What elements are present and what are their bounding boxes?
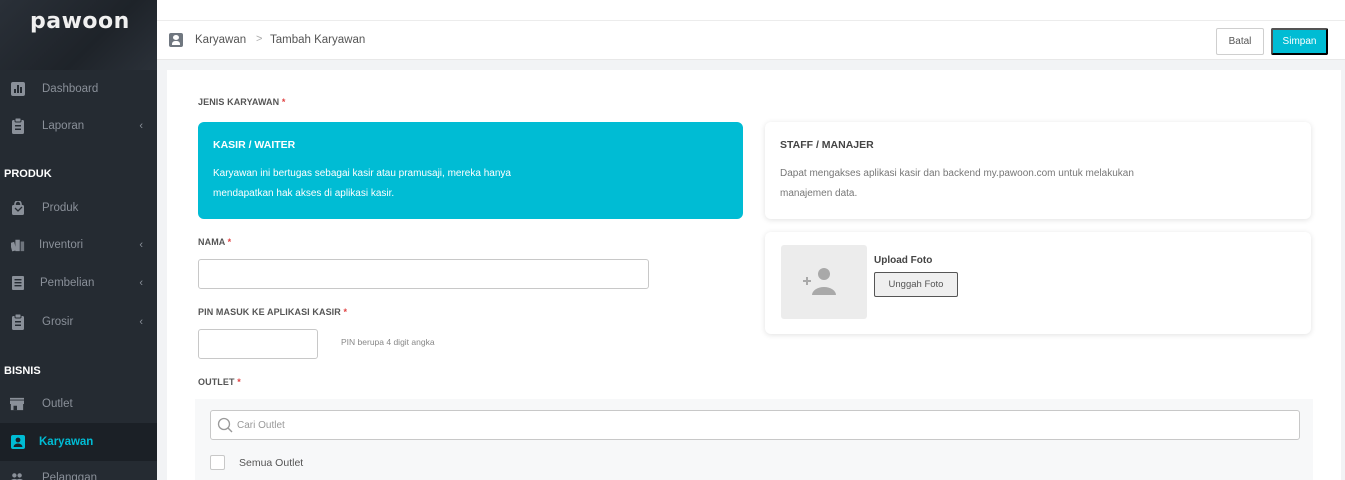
kasir-title: KASIR / WAITER bbox=[213, 139, 296, 151]
sidebar-item-label: Dashboard bbox=[42, 83, 99, 95]
bar-chart-icon bbox=[11, 82, 25, 96]
nama-label: NAMA * bbox=[198, 237, 231, 247]
shopping-bag-icon bbox=[11, 201, 25, 215]
batal-button[interactable]: Batal bbox=[1216, 28, 1264, 55]
search-icon bbox=[217, 417, 233, 433]
sidebar: pawoon Dashboard Laporan ‹ PRODUK Produk… bbox=[0, 0, 157, 480]
unggah-foto-button[interactable]: Unggah Foto bbox=[874, 272, 958, 297]
chevron-left-icon: ‹ bbox=[139, 316, 143, 328]
jenis-karyawan-text: JENIS KARYAWAN bbox=[198, 97, 280, 107]
required-mark: * bbox=[237, 377, 241, 387]
add-person-icon bbox=[803, 268, 836, 295]
nama-input[interactable] bbox=[198, 259, 649, 289]
sidebar-item-label: Karyawan bbox=[39, 436, 94, 448]
sidebar-item-label: Inventori bbox=[39, 239, 84, 251]
semua-outlet-checkbox[interactable] bbox=[210, 455, 225, 470]
kasir-waiter-option[interactable]: KASIR / WAITER Karyawan ini bertugas seb… bbox=[198, 122, 743, 219]
sidebar-item-dashboard[interactable]: Dashboard bbox=[0, 70, 157, 108]
sidebar-item-inventori[interactable]: Inventori ‹ bbox=[0, 226, 157, 264]
avatar-placeholder bbox=[781, 245, 867, 319]
person-card-icon bbox=[169, 33, 183, 47]
top-strip bbox=[157, 0, 1345, 20]
sidebar-item-outlet[interactable]: Outlet bbox=[0, 385, 157, 423]
sidebar-item-label: Pelanggan bbox=[42, 472, 97, 480]
clipboard-icon bbox=[11, 314, 25, 330]
pawoon-logo[interactable]: pawoon bbox=[30, 9, 130, 34]
header-bar: Karyawan > Tambah Karyawan Batal Simpan bbox=[157, 20, 1345, 60]
upload-foto-title: Upload Foto bbox=[874, 255, 933, 266]
document-icon bbox=[11, 276, 25, 290]
section-produk: PRODUK bbox=[4, 168, 52, 180]
sidebar-item-label: Laporan bbox=[42, 120, 85, 132]
chevron-left-icon: ‹ bbox=[139, 277, 143, 289]
kasir-description: Karyawan ini bertugas sebagai kasir atau… bbox=[213, 168, 511, 199]
sidebar-item-label: Produk bbox=[42, 202, 79, 214]
required-mark: * bbox=[281, 97, 286, 107]
outlet-selector: Cari Outlet Semua Outlet bbox=[195, 399, 1313, 480]
search-placeholder: Cari Outlet bbox=[237, 420, 285, 431]
outlet-search-input[interactable]: Cari Outlet bbox=[210, 410, 1300, 440]
sidebar-item-label: Outlet bbox=[42, 398, 73, 410]
boxes-icon bbox=[11, 238, 25, 252]
nama-text: NAMA bbox=[198, 237, 226, 247]
sidebar-item-grosir[interactable]: Grosir ‹ bbox=[0, 303, 157, 341]
pin-label: PIN MASUK KE APLIKASI KASIR * bbox=[198, 307, 347, 317]
pin-text: PIN MASUK KE APLIKASI KASIR bbox=[198, 307, 341, 317]
sidebar-item-laporan[interactable]: Laporan ‹ bbox=[0, 107, 157, 145]
outlet-text: OUTLET bbox=[198, 377, 235, 387]
sidebar-item-label: Grosir bbox=[42, 316, 74, 328]
upload-foto-card: Upload Foto Unggah Foto bbox=[765, 232, 1311, 334]
required-mark: * bbox=[227, 237, 232, 247]
people-icon bbox=[10, 471, 24, 480]
pin-hint: PIN berupa 4 digit angka bbox=[341, 337, 435, 347]
staff-title: STAFF / MANAJER bbox=[780, 139, 874, 151]
sidebar-item-label: Pembelian bbox=[40, 277, 95, 289]
sidebar-item-pembelian[interactable]: Pembelian ‹ bbox=[0, 264, 157, 302]
chevron-left-icon: ‹ bbox=[139, 239, 143, 251]
sidebar-item-karyawan[interactable]: Karyawan bbox=[0, 423, 157, 461]
clipboard-icon bbox=[11, 118, 25, 134]
staff-description: Dapat mengakses aplikasi kasir dan backe… bbox=[780, 168, 1134, 199]
person-badge-icon bbox=[11, 435, 25, 449]
jenis-karyawan-label: JENIS KARYAWAN * bbox=[198, 97, 285, 107]
sidebar-item-pelanggan[interactable]: Pelanggan bbox=[0, 459, 157, 480]
required-mark: * bbox=[343, 307, 348, 317]
simpan-button[interactable]: Simpan bbox=[1271, 28, 1328, 55]
breadcrumb-separator: > bbox=[256, 33, 263, 45]
semua-outlet-label[interactable]: Semua Outlet bbox=[239, 457, 303, 469]
section-bisnis: BISNIS bbox=[4, 365, 41, 377]
chevron-left-icon: ‹ bbox=[139, 120, 143, 132]
outlet-label: OUTLET * bbox=[198, 377, 241, 387]
form-card: JENIS KARYAWAN * KASIR / WAITER Karyawan… bbox=[167, 70, 1341, 480]
store-icon bbox=[10, 397, 24, 411]
breadcrumb-karyawan[interactable]: Karyawan bbox=[195, 34, 246, 46]
pin-input[interactable] bbox=[198, 329, 318, 359]
logo-area: pawoon bbox=[0, 0, 157, 70]
sidebar-item-produk[interactable]: Produk bbox=[0, 189, 157, 227]
staff-manajer-option[interactable]: STAFF / MANAJER Dapat mengakses aplikasi… bbox=[765, 122, 1311, 219]
breadcrumb-current: Tambah Karyawan bbox=[270, 34, 366, 46]
